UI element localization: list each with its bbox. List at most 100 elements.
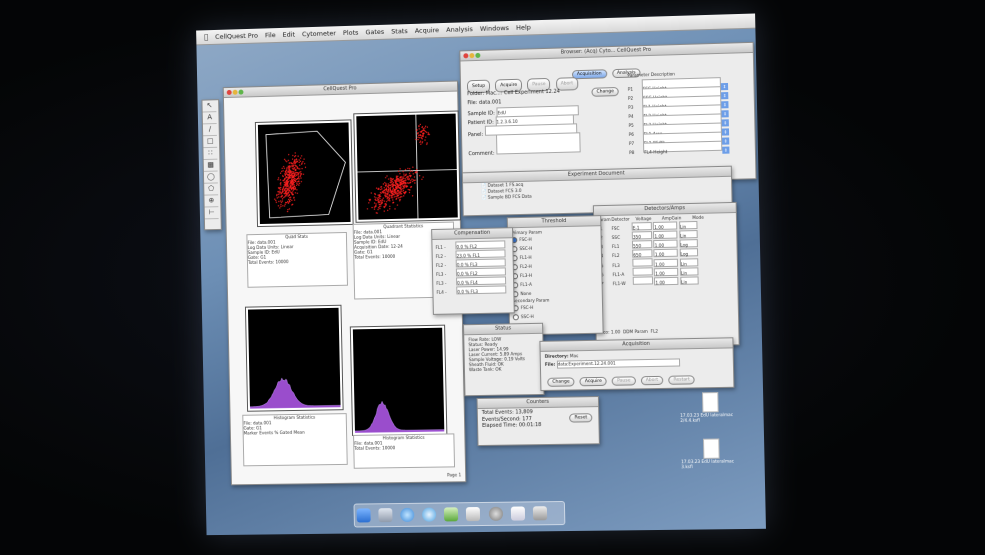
voltage-field[interactable]: 350 [631, 231, 653, 240]
voltage-field[interactable] [632, 267, 653, 276]
ichat-icon[interactable] [444, 507, 459, 522]
itunes-icon[interactable] [422, 507, 437, 522]
menu-analysis[interactable]: Analysis [446, 25, 473, 34]
ampgain-field[interactable]: 1.00 [653, 221, 678, 231]
ampgain-field[interactable]: 1.00 [653, 239, 678, 249]
event-dot [396, 204, 399, 206]
popup-arrow-icon[interactable]: ⇕ [722, 146, 730, 154]
voltage-field[interactable]: 550 [631, 240, 653, 249]
radio-button[interactable] [512, 314, 519, 321]
safari-icon[interactable] [400, 507, 415, 522]
minimize-icon[interactable] [469, 53, 475, 59]
acq-pause-button[interactable]: Pause [611, 376, 636, 386]
zoom-icon[interactable] [475, 52, 481, 59]
histogram-area [354, 400, 445, 433]
menu-edit[interactable]: Edit [283, 31, 296, 39]
menu-acquire[interactable]: Acquire [415, 26, 440, 35]
compensation-field[interactable]: 0.0 % FL2 [455, 240, 506, 250]
dot-plot-fl1-fl2[interactable] [353, 110, 461, 223]
histogram-plot-1[interactable] [244, 304, 344, 412]
menu-stats[interactable]: Stats [391, 27, 408, 35]
compensation-titlebar[interactable]: Compensation [432, 228, 513, 241]
dot-plot-fsc-ssc[interactable] [254, 119, 354, 228]
event-dot [382, 183, 385, 185]
menu-gates[interactable]: Gates [365, 28, 384, 37]
compensation-field[interactable]: 0.0 % FL3 [455, 258, 506, 268]
event-dot [289, 198, 292, 201]
histogram-tool-icon[interactable]: ▩ [203, 159, 218, 172]
desktop-file-icon[interactable] [702, 392, 719, 413]
acq-acquire-button[interactable]: Acquire [579, 376, 608, 387]
text-tool-icon[interactable]: A [202, 112, 217, 125]
change-button[interactable]: Change [591, 87, 620, 97]
threshold-titlebar[interactable]: Threshold [507, 216, 601, 229]
hist-stat-header: Marker Events % Gated Mean [243, 429, 305, 436]
histogram-plot-2[interactable] [349, 324, 448, 436]
event-dot [280, 201, 283, 204]
menu-plots[interactable]: Plots [343, 29, 359, 37]
event-dot [282, 165, 285, 168]
parameter-field[interactable]: FL4-Height [643, 140, 723, 155]
compensation-field[interactable]: 0.0 % FL3 [456, 285, 507, 295]
close-icon[interactable] [226, 89, 232, 96]
mode-select[interactable]: Lin [678, 220, 698, 230]
desktop-file-icon[interactable] [702, 438, 720, 459]
acq-restart-button[interactable]: Restart [668, 375, 696, 385]
finder-icon[interactable] [356, 508, 371, 523]
quadrant-hline[interactable] [357, 170, 456, 172]
mode-select[interactable]: Log [679, 239, 698, 248]
trash-icon[interactable] [532, 506, 547, 521]
comment-field[interactable] [495, 132, 581, 155]
voltage-field[interactable]: E-1 [631, 222, 652, 231]
voltage-field[interactable] [632, 276, 654, 285]
documents-icon[interactable] [510, 506, 525, 521]
voltage-field[interactable] [632, 258, 653, 267]
menu-help[interactable]: Help [516, 23, 531, 31]
pointer-tool-icon[interactable]: ↖ [202, 100, 217, 113]
line-tool-icon[interactable]: ∕ [202, 124, 217, 137]
menu-cytometer[interactable]: Cytometer [302, 29, 336, 38]
rectangle-tool-icon[interactable]: □ [203, 135, 218, 149]
reset-button[interactable]: Reset [569, 413, 593, 423]
event-dot [395, 195, 397, 198]
compensation-field[interactable]: 0.0 % FL2 [455, 267, 506, 277]
cellquest-icon[interactable] [466, 507, 481, 522]
menu-app[interactable]: CellQuest Pro [215, 32, 258, 41]
zoom-icon[interactable] [238, 89, 244, 95]
acq-change-button[interactable]: Change [547, 377, 575, 387]
menu-file[interactable]: File [265, 31, 276, 39]
mode-select[interactable]: Lin [679, 276, 699, 285]
ampgain-field[interactable]: 1.00 [653, 248, 679, 258]
zoom-tool-icon[interactable]: ⊕ [204, 195, 219, 208]
close-icon[interactable] [463, 53, 469, 59]
counters-titlebar[interactable]: Counters [477, 397, 599, 410]
mode-select[interactable]: Log [679, 248, 698, 257]
ampgain-field[interactable]: 1.00 [654, 276, 679, 286]
event-dot [281, 167, 283, 170]
minimize-icon[interactable] [232, 89, 238, 95]
marker-tool-icon[interactable]: ⊢ [204, 207, 219, 220]
ampgain-field[interactable]: 1.00 [653, 230, 678, 240]
event-dot [391, 197, 394, 199]
event-dot [288, 208, 291, 210]
compensation-field[interactable]: 0.0 % FL4 [456, 276, 507, 286]
mode-select[interactable]: Lin [678, 230, 698, 239]
dotplot-tool-icon[interactable]: ∷ [203, 147, 218, 161]
histogram-area [249, 377, 341, 409]
menu-windows[interactable]: Windows [480, 24, 509, 33]
event-dot [385, 187, 388, 189]
compensation-field[interactable]: 23.0 % FL1 [455, 249, 506, 259]
polygon-gate-tool-icon[interactable]: ⬠ [204, 183, 219, 196]
status-titlebar[interactable]: Status [464, 323, 543, 336]
event-dot [296, 173, 298, 176]
document-titlebar[interactable]: CellQuest Pro [223, 81, 458, 99]
mail-icon[interactable] [378, 508, 393, 523]
preferences-icon[interactable] [488, 506, 503, 521]
gate-polygon[interactable] [266, 131, 347, 218]
apple-menu-icon[interactable]:  [204, 33, 208, 41]
event-dot [297, 155, 299, 157]
projected-mac-desktop:  CellQuest Pro File Edit Cytometer Plot… [196, 13, 766, 536]
contour-tool-icon[interactable]: ◯ [203, 171, 218, 184]
acq-abort-button[interactable]: Abort [640, 375, 664, 386]
voltage-field[interactable]: 650 [632, 249, 653, 258]
